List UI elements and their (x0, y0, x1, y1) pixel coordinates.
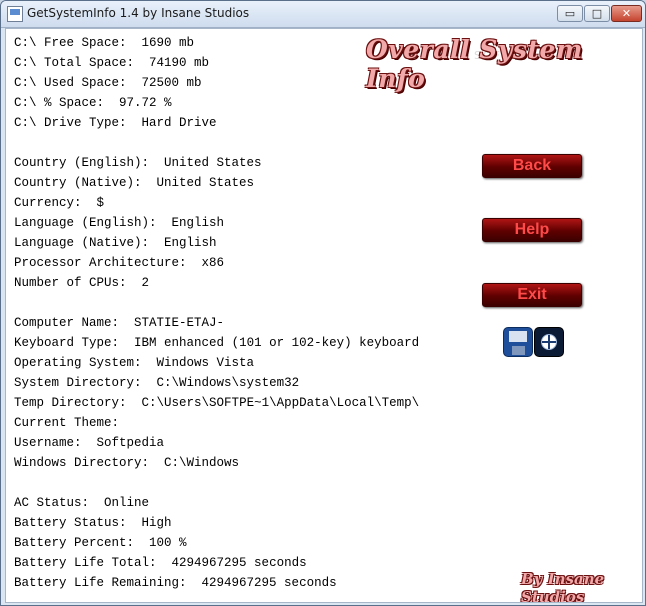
info-value: United States (164, 156, 262, 170)
info-line: Temp Directory: C:\Users\SOFTPE~1\AppDat… (14, 393, 419, 413)
info-line: C:\ Drive Type: Hard Drive (14, 113, 419, 133)
info-label: Computer Name: (14, 316, 120, 330)
back-button[interactable]: Back (482, 154, 582, 178)
title-bar[interactable]: GetSystemInfo 1.4 by Insane Studios ▭ □ … (1, 1, 645, 28)
info-value: C:\Windows\system32 (156, 376, 300, 390)
info-label: C:\ Total Space: (14, 56, 135, 70)
info-label: System Directory: (14, 376, 142, 390)
info-value: United States (156, 176, 255, 190)
info-line: Country (Native): United States (14, 173, 419, 193)
info-line: Windows Directory: C:\Windows (14, 453, 419, 473)
info-label: Country (English): (14, 156, 150, 170)
info-label: C:\ Used Space: (14, 76, 127, 90)
info-label: Windows Directory: (14, 456, 150, 470)
app-window: GetSystemInfo 1.4 by Insane Studios ▭ □ … (0, 0, 646, 606)
floppy-shutter (512, 346, 525, 355)
info-label: Country (Native): (14, 176, 142, 190)
info-line: C:\ Used Space: 72500 mb (14, 73, 419, 93)
info-label: Battery Life Remaining: (14, 576, 187, 590)
info-label: Language (Native): (14, 236, 150, 250)
info-label: Battery Life Total: (14, 556, 157, 570)
info-label: AC Status: (14, 496, 90, 510)
info-label: Processor Architecture: (14, 256, 187, 270)
info-value: Online (104, 496, 150, 510)
info-value: 72500 mb (141, 76, 202, 90)
info-label: Currency: (14, 196, 82, 210)
info-label: Username: (14, 436, 82, 450)
info-label: Operating System: (14, 356, 142, 370)
system-info-list: C:\ Free Space: 1690 mb C:\ Total Space:… (14, 33, 419, 593)
info-value: 4294967295 seconds (171, 556, 307, 570)
info-line: Processor Architecture: x86 (14, 253, 419, 273)
info-line: Battery Life Remaining: 4294967295 secon… (14, 573, 419, 593)
info-value: 74190 mb (149, 56, 210, 70)
app-icon (7, 6, 23, 22)
info-label: Number of CPUs: (14, 276, 127, 290)
info-line: Current Theme: (14, 413, 419, 433)
info-value: 2 (141, 276, 150, 290)
info-label: C:\ Drive Type: (14, 116, 127, 130)
info-line: Language (English): English (14, 213, 419, 233)
info-line: Currency: $ (14, 193, 419, 213)
info-label: Keyboard Type: (14, 336, 120, 350)
close-button[interactable]: ✕ (611, 5, 642, 22)
info-value: 100 % (149, 536, 187, 550)
globe-shape (541, 334, 557, 350)
info-value: Hard Drive (141, 116, 217, 130)
globe-icon[interactable] (534, 327, 564, 357)
info-label: Language (English): (14, 216, 157, 230)
info-value: English (171, 216, 225, 230)
floppy-label-area (509, 331, 527, 342)
info-value: 4294967295 seconds (201, 576, 337, 590)
info-value: English (164, 236, 217, 250)
info-label: Temp Directory: (14, 396, 127, 410)
info-line: Computer Name: STATIE-ETAJ- (14, 313, 419, 333)
info-line: Battery Life Total: 4294967295 seconds (14, 553, 419, 573)
info-value: High (141, 516, 172, 530)
info-line: Number of CPUs: 2 (14, 273, 419, 293)
info-line: Operating System: Windows Vista (14, 353, 419, 373)
info-line: System Directory: C:\Windows\system32 (14, 373, 419, 393)
help-button[interactable]: Help (482, 218, 582, 242)
info-value: 1690 mb (141, 36, 195, 50)
info-line: C:\ % Space: 97.72 % (14, 93, 419, 113)
info-value: C:\Users\SOFTPE~1\AppData\Local\Temp\ (141, 396, 420, 410)
info-value: C:\Windows (164, 456, 240, 470)
info-line: C:\ Free Space: 1690 mb (14, 33, 419, 53)
info-line: Language (Native): English (14, 233, 419, 253)
info-value: $ (96, 196, 105, 210)
info-label: C:\ % Space: (14, 96, 105, 110)
info-line: C:\ Total Space: 74190 mb (14, 53, 419, 73)
credits-label: By Insane Studios (521, 570, 605, 603)
info-label: Battery Status: (14, 516, 127, 530)
page-title: Overall System Info (366, 35, 583, 93)
info-label: Current Theme: (14, 416, 120, 430)
info-line: Keyboard Type: IBM enhanced (101 or 102-… (14, 333, 419, 353)
info-line: Battery Status: High (14, 513, 419, 533)
info-line: AC Status: Online (14, 493, 419, 513)
info-line: Username: Softpedia (14, 433, 419, 453)
info-line: Battery Percent: 100 % (14, 533, 419, 553)
info-panel: C:\ Free Space: 1690 mb C:\ Total Space:… (5, 28, 643, 603)
info-value: Softpedia (96, 436, 165, 450)
info-label: Battery Percent: (14, 536, 135, 550)
window-title: GetSystemInfo 1.4 by Insane Studios (27, 6, 250, 20)
info-value: Windows Vista (156, 356, 255, 370)
info-label: C:\ Free Space: (14, 36, 127, 50)
info-value: STATIE-ETAJ- (134, 316, 225, 330)
info-line: Country (English): United States (14, 153, 419, 173)
floppy-disk-icon[interactable] (503, 327, 533, 357)
info-value: x86 (201, 256, 225, 270)
info-value: 97.72 % (119, 96, 172, 110)
maximize-button[interactable]: □ (584, 5, 610, 22)
minimize-button[interactable]: ▭ (557, 5, 583, 22)
info-value: IBM enhanced (101 or 102-key) keyboard (134, 336, 420, 350)
exit-button[interactable]: Exit (482, 283, 582, 307)
